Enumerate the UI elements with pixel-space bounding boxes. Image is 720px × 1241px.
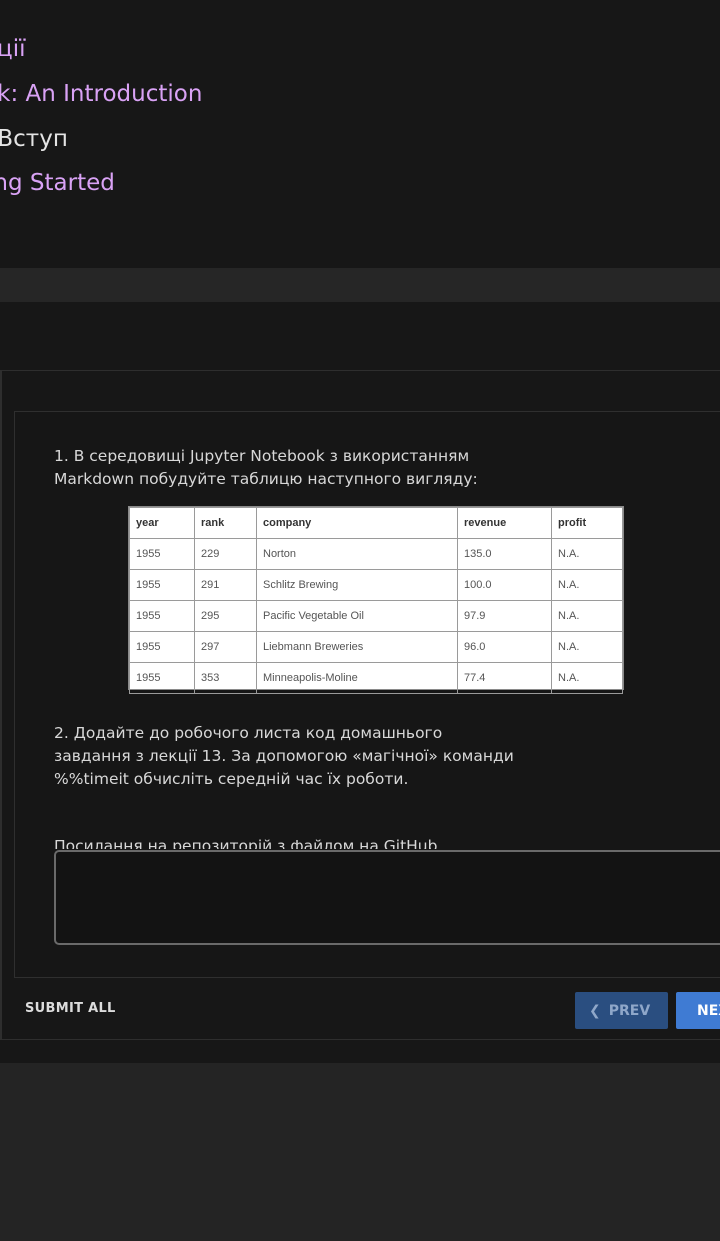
table-cell: N.A. bbox=[551, 662, 623, 694]
table-header-revenue: revenue bbox=[457, 507, 552, 539]
table-row: 1955 291 Schlitz Brewing 100.0 N.A. bbox=[129, 569, 623, 601]
submit-all-button[interactable]: SUBMIT ALL bbox=[25, 1001, 116, 1016]
prev-button[interactable]: ❮ PREV bbox=[575, 992, 668, 1029]
table-cell: 297 bbox=[194, 631, 257, 663]
table-cell: 1955 bbox=[129, 631, 195, 663]
task-2-text: 2. Додайте до робочого листа код домашнь… bbox=[54, 724, 514, 788]
table-row: 1955 353 Minneapolis-Moline 77.4 N.A. bbox=[129, 662, 623, 694]
table-cell: 1955 bbox=[129, 569, 195, 601]
table-header-year: year bbox=[129, 507, 195, 539]
table-cell: 1955 bbox=[129, 600, 195, 632]
table-row: 1955 297 Liebmann Breweries 96.0 N.A. bbox=[129, 631, 623, 663]
page-footer bbox=[0, 1063, 720, 1241]
table-cell: 96.0 bbox=[457, 631, 552, 663]
chevron-left-icon: ❮ bbox=[589, 1002, 601, 1019]
table-header-company: company bbox=[256, 507, 458, 539]
table-header-row: year rank company revenue profit bbox=[129, 507, 623, 539]
table-cell: 291 bbox=[194, 569, 257, 601]
table-cell: 97.9 bbox=[457, 600, 552, 632]
nav-item-current: k: Вступ bbox=[0, 126, 68, 152]
nav-link-jupyter-introduction[interactable]: ook: An Introduction bbox=[0, 79, 202, 109]
task-table: year rank company revenue profit 1955 22… bbox=[129, 507, 623, 694]
table-cell: Pacific Vegetable Oil bbox=[256, 600, 458, 632]
next-button-label: NEXT bbox=[697, 1002, 720, 1019]
lecture-nav-list: екції ook: An Introduction k: Вступ ttin… bbox=[0, 0, 720, 268]
table-cell: 353 bbox=[194, 662, 257, 694]
table-header-rank: rank bbox=[194, 507, 257, 539]
prev-button-label: PREV bbox=[608, 1002, 651, 1019]
table-row: 1955 229 Norton 135.0 N.A. bbox=[129, 538, 623, 570]
table-cell: Schlitz Brewing bbox=[256, 569, 458, 601]
nav-link-lectures[interactable]: екції bbox=[0, 34, 25, 64]
table-row: 1955 295 Pacific Vegetable Oil 97.9 N.A. bbox=[129, 600, 623, 632]
task-1-text: 1. В середовищі Jupyter Notebook з викор… bbox=[54, 447, 478, 488]
table-cell: Minneapolis-Moline bbox=[256, 662, 458, 694]
table-cell: N.A. bbox=[551, 631, 623, 663]
table-cell: 135.0 bbox=[457, 538, 552, 570]
table-header-profit: profit bbox=[551, 507, 623, 539]
table-cell: 1955 bbox=[129, 538, 195, 570]
next-button[interactable]: NEXT bbox=[676, 992, 720, 1029]
table-cell: 295 bbox=[194, 600, 257, 632]
nav-link-getting-started[interactable]: tting Started bbox=[0, 168, 115, 198]
answer-input[interactable] bbox=[54, 850, 720, 945]
task-3-text-partial: Посилання на репозиторій з файлом на Git… bbox=[54, 837, 438, 849]
table-cell: N.A. bbox=[551, 569, 623, 601]
table-cell: 229 bbox=[194, 538, 257, 570]
table-cell: N.A. bbox=[551, 600, 623, 632]
table-cell: 77.4 bbox=[457, 662, 552, 694]
table-cell: Liebmann Breweries bbox=[256, 631, 458, 663]
task-table-image: year rank company revenue profit 1955 22… bbox=[128, 506, 624, 694]
table-cell: N.A. bbox=[551, 538, 623, 570]
table-cell: 1955 bbox=[129, 662, 195, 694]
table-cell: Norton bbox=[256, 538, 458, 570]
table-cell: 100.0 bbox=[457, 569, 552, 601]
section-divider-band bbox=[0, 268, 720, 302]
